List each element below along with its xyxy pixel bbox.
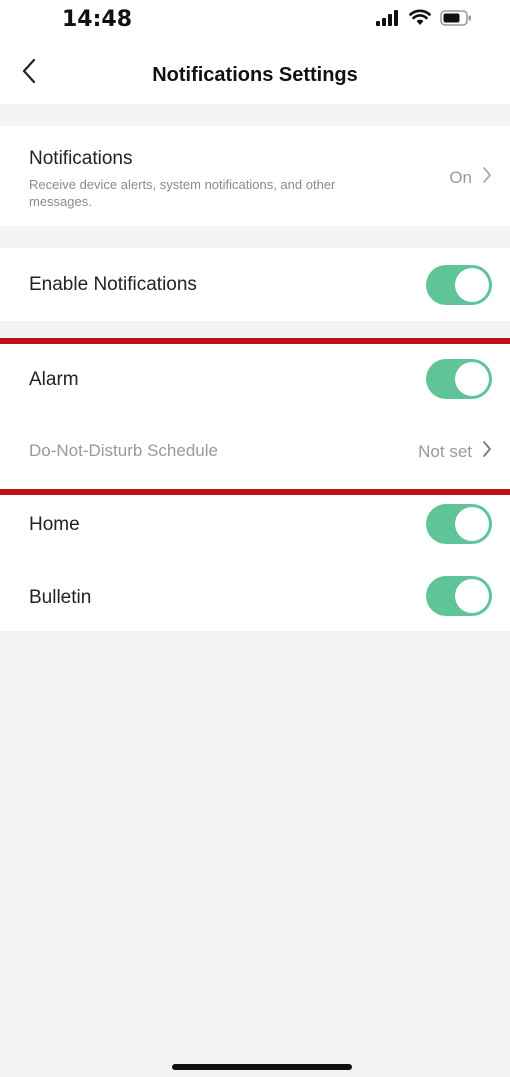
toggle-knob: [455, 268, 489, 302]
home-indicator: [172, 1064, 352, 1070]
enable-notifications-toggle[interactable]: [426, 265, 492, 305]
dnd-schedule-value: Not set: [418, 441, 472, 461]
wifi-icon: [409, 9, 431, 31]
bulletin-toggle[interactable]: [426, 576, 492, 616]
status-bar: 14:48: [0, 0, 510, 40]
home-toggle[interactable]: [426, 504, 492, 544]
notifications-value: On: [449, 167, 472, 187]
dnd-schedule-label: Do-Not-Disturb Schedule: [29, 441, 218, 460]
home-label: Home: [29, 514, 80, 535]
notifications-title: Notifications: [29, 148, 133, 169]
dnd-schedule-link[interactable]: Not set: [418, 440, 492, 463]
battery-icon: [440, 9, 472, 31]
chevron-right-icon: [482, 166, 492, 189]
bulletin-label: Bulletin: [29, 587, 92, 608]
page-title: Notifications Settings: [152, 64, 358, 86]
toggle-knob: [455, 507, 489, 541]
signal-icon: [376, 9, 400, 31]
alarm-toggle[interactable]: [426, 359, 492, 399]
status-time: 14:48: [62, 7, 133, 32]
notifications-description: Receive device alerts, system notificati…: [29, 177, 336, 209]
notifications-row[interactable]: Notifications Receive device alerts, sys…: [0, 126, 510, 226]
alarm-label: Alarm: [29, 369, 79, 390]
nav-bar: Notifications Settings: [0, 40, 510, 104]
highlight-line-top: [0, 338, 510, 344]
status-icons: [376, 9, 472, 31]
notification-types-list: Alarm Do-Not-Disturb Schedule Not set Ho…: [0, 341, 510, 631]
enable-notifications-row: Enable Notifications: [0, 248, 510, 321]
enable-notifications-label: Enable Notifications: [29, 274, 197, 295]
highlight-line-bottom: [0, 489, 510, 495]
toggle-knob: [455, 579, 489, 613]
notifications-value-link[interactable]: On: [449, 166, 492, 189]
toggle-knob: [455, 362, 489, 396]
chevron-right-icon: [482, 440, 492, 463]
